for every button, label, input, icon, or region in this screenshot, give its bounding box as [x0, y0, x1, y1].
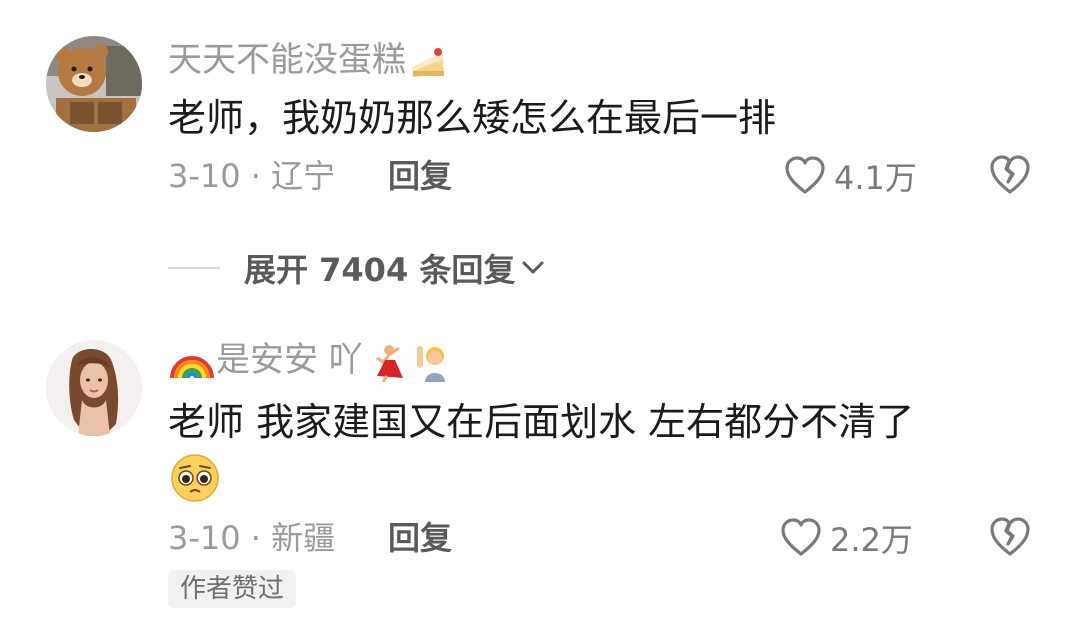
avatar[interactable] [46, 36, 142, 132]
pleading-face-emoji-icon [171, 454, 219, 502]
like-button[interactable]: 4.1万 [784, 154, 917, 198]
avatar[interactable] [46, 340, 142, 436]
expand-replies-label: 展开 7404 条回复 [244, 251, 516, 289]
comment-username[interactable]: 是安安 吖 [168, 340, 453, 382]
reply-button[interactable]: 回复 [388, 518, 452, 558]
dislike-button[interactable] [988, 516, 1032, 560]
like-count: 2.2万 [830, 521, 913, 559]
comment-username[interactable]: 天天不能没蛋糕 [168, 40, 448, 81]
comment-content: 老师 我家建国又在后面划水 左右都分不清了 [168, 400, 915, 444]
like-button[interactable]: 2.2万 [780, 516, 913, 560]
dancer-emoji-icon [375, 344, 403, 382]
comment-date-location: 3-10 · 辽宁 [168, 157, 336, 195]
bear-avatar-icon [46, 36, 142, 132]
raising-hand-emoji-icon [416, 345, 445, 382]
cake-emoji-icon [412, 47, 444, 77]
broken-heart-icon [990, 155, 1030, 194]
girl-portrait-avatar-icon [46, 340, 142, 436]
dislike-button[interactable] [988, 154, 1032, 198]
expand-replies-button[interactable]: 展开 7404 条回复 [168, 246, 545, 290]
username-text: 天天不能没蛋糕 [168, 40, 406, 80]
like-count: 4.1万 [834, 159, 917, 197]
comment-date-location: 3-10 · 新疆 [168, 519, 336, 557]
author-liked-badge: 作者赞过 [168, 570, 297, 608]
broken-heart-icon [990, 517, 1030, 556]
reply-button[interactable]: 回复 [388, 156, 452, 196]
heart-icon [785, 156, 825, 194]
comment-content: 老师，我奶奶那么矮怎么在最后一排 [168, 96, 777, 140]
heart-icon [781, 518, 821, 556]
divider-line [168, 267, 220, 269]
username-text: 是安安 吖 [216, 340, 363, 380]
comment-list: 天天不能没蛋糕 老师，我奶奶那么矮怎么在最后一排 3-10 · 辽宁 回复 4.… [0, 0, 1080, 635]
chevron-down-icon [522, 261, 544, 274]
rainbow-emoji-icon [170, 355, 214, 378]
